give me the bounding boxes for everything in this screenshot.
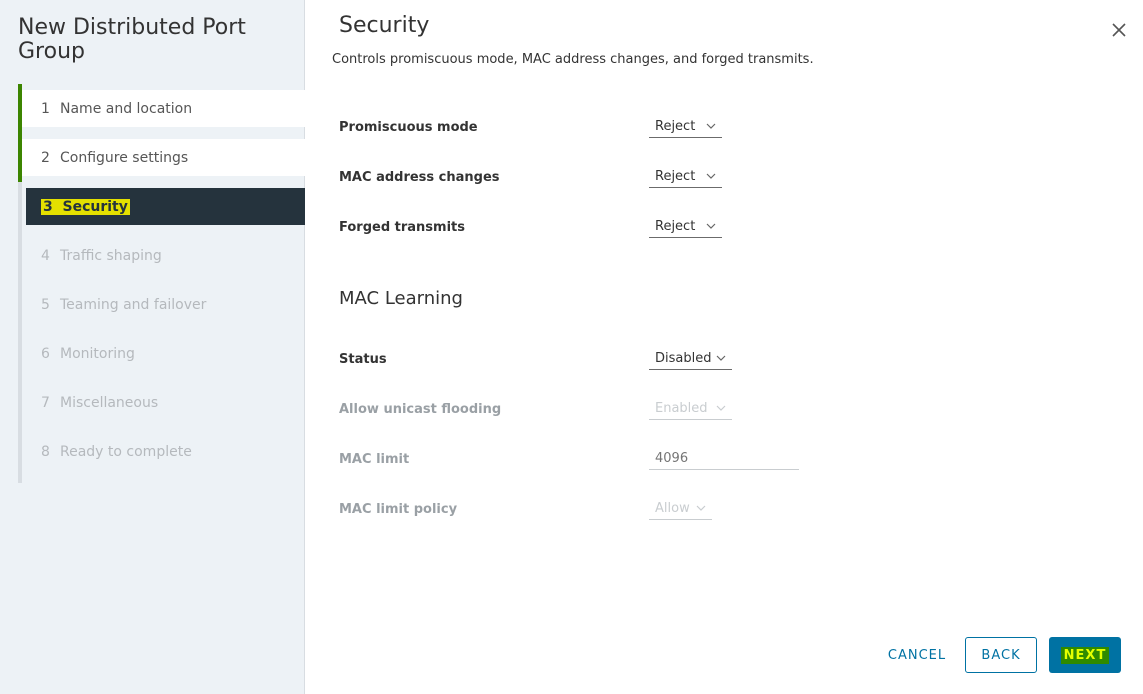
mac-learning-title: MAC Learning (339, 288, 463, 309)
mac-limit-policy-select: Allow (649, 498, 712, 520)
step-ready-to-complete: 8 Ready to complete (18, 433, 305, 470)
wizard-dialog: New Distributed Port Group 1 Name and lo… (0, 0, 1143, 694)
mac-limit-row: MAC limit (339, 444, 819, 474)
mac-limit-input (649, 448, 799, 470)
promiscuous-mode-label: Promiscuous mode (339, 119, 478, 135)
step-list: 1 Name and location 2 Configure settings… (18, 84, 305, 483)
step-configure-settings[interactable]: 2 Configure settings (18, 133, 305, 182)
mac-limit-label: MAC limit (339, 451, 410, 467)
step-label: Traffic shaping (60, 247, 162, 264)
chevron-down-icon (706, 173, 716, 179)
step-number: 2 (41, 149, 50, 166)
step-name-and-location[interactable]: 1 Name and location (18, 84, 305, 133)
forged-transmits-label: Forged transmits (339, 219, 465, 235)
step-label: Monitoring (60, 345, 135, 362)
step-number: 6 (41, 345, 50, 362)
back-button[interactable]: BACK (965, 637, 1037, 673)
step-traffic-shaping: 4 Traffic shaping (18, 237, 305, 274)
step-label: Teaming and failover (60, 296, 207, 313)
next-button-label: NEXT (1060, 646, 1110, 664)
step-label: Configure settings (60, 149, 189, 166)
select-value: Enabled (655, 401, 708, 416)
step-label: Security (62, 198, 128, 215)
chevron-down-icon (696, 505, 706, 511)
step-label: Name and location (60, 100, 193, 117)
mac-limit-policy-row: MAC limit policy Allow (339, 494, 819, 524)
mac-learning-status-row: Status Disabled (339, 344, 819, 374)
step-label: Miscellaneous (60, 394, 159, 411)
chevron-down-icon (706, 123, 716, 129)
step-number: 5 (41, 296, 50, 313)
step-number: 4 (41, 247, 50, 264)
page-description: Controls promiscuous mode, MAC address c… (332, 52, 814, 67)
mac-address-changes-label: MAC address changes (339, 169, 500, 185)
step-number: 3 (43, 198, 53, 215)
chevron-down-icon (716, 355, 726, 361)
wizard-sidebar: New Distributed Port Group 1 Name and lo… (0, 0, 305, 694)
select-value: Reject (655, 219, 696, 234)
chevron-down-icon (706, 223, 716, 229)
cancel-button[interactable]: CANCEL (881, 637, 953, 673)
promiscuous-mode-select[interactable]: Reject (649, 116, 722, 138)
step-teaming-and-failover: 5 Teaming and failover (18, 286, 305, 323)
select-value: Disabled (655, 351, 712, 366)
mac-address-changes-row: MAC address changes Reject (339, 162, 819, 192)
promiscuous-mode-row: Promiscuous mode Reject (339, 112, 819, 142)
mac-learning-status-label: Status (339, 351, 387, 367)
step-number: 1 (41, 100, 50, 117)
step-label: Ready to complete (60, 443, 192, 460)
step-miscellaneous: 7 Miscellaneous (18, 384, 305, 421)
unicast-flooding-select: Enabled (649, 398, 732, 420)
select-value: Allow (655, 501, 690, 516)
forged-transmits-select[interactable]: Reject (649, 216, 722, 238)
wizard-content: Security Controls promiscuous mode, MAC … (305, 0, 1143, 694)
select-value: Reject (655, 119, 696, 134)
close-icon[interactable] (1109, 20, 1129, 40)
step-number: 8 (41, 443, 50, 460)
step-number: 7 (41, 394, 50, 411)
step-highlight: 3 Security (41, 198, 130, 215)
select-value: Reject (655, 169, 696, 184)
chevron-down-icon (716, 405, 726, 411)
forged-transmits-row: Forged transmits Reject (339, 212, 819, 242)
step-security[interactable]: 3 Security (26, 188, 305, 225)
wizard-title: New Distributed Port Group (18, 15, 246, 64)
mac-address-changes-select[interactable]: Reject (649, 166, 722, 188)
page-title: Security (339, 13, 430, 38)
unicast-flooding-row: Allow unicast flooding Enabled (339, 394, 819, 424)
unicast-flooding-label: Allow unicast flooding (339, 401, 502, 417)
step-monitoring: 6 Monitoring (18, 335, 305, 372)
mac-limit-policy-label: MAC limit policy (339, 501, 458, 517)
mac-learning-status-select[interactable]: Disabled (649, 348, 732, 370)
next-button[interactable]: NEXT (1049, 637, 1121, 673)
